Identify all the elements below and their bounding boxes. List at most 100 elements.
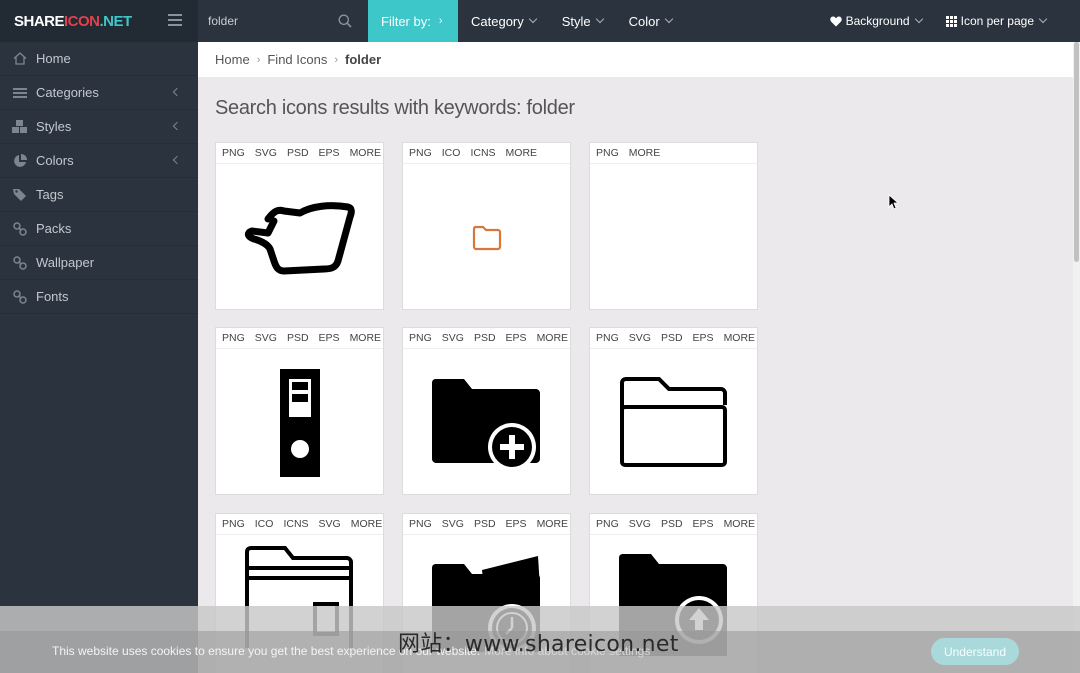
nav-category-label: Category: [471, 13, 524, 29]
chevron-down-icon: [1038, 14, 1048, 24]
format-link[interactable]: PNG: [222, 147, 245, 159]
format-link[interactable]: EPS: [693, 332, 714, 344]
format-link[interactable]: EPS: [319, 332, 340, 344]
binder-icon[interactable]: [216, 350, 383, 495]
format-link[interactable]: MORE: [351, 518, 383, 530]
format-link[interactable]: SVG: [442, 332, 464, 344]
format-link[interactable]: ICNS: [283, 518, 308, 530]
blank-icon[interactable]: [590, 165, 757, 310]
format-link[interactable]: SVG: [255, 147, 277, 159]
format-link[interactable]: EPS: [506, 332, 527, 344]
open-folder-icon[interactable]: [216, 165, 383, 310]
format-link[interactable]: PNG: [409, 332, 432, 344]
chevron-left-icon: [172, 87, 182, 97]
format-link[interactable]: MORE: [724, 332, 756, 344]
icon-per-page-dropdown[interactable]: Icon per page: [934, 14, 1080, 28]
sidebar-item-styles[interactable]: Styles: [0, 110, 198, 144]
nav-style[interactable]: Style: [549, 0, 616, 42]
icon-card[interactable]: PNG SVG PSD EPS MORE: [215, 327, 384, 495]
format-link[interactable]: PNG: [409, 518, 432, 530]
format-link[interactable]: EPS: [319, 147, 340, 159]
sidebar-item-label: Packs: [36, 221, 72, 236]
icon-card[interactable]: PNG ICO ICNS MORE: [402, 142, 571, 310]
icon-card[interactable]: PNG SVG PSD EPS MORE: [215, 142, 384, 310]
sidebar-item-label: Styles: [36, 119, 72, 134]
search-input[interactable]: [208, 14, 328, 28]
pie-chart-icon: [12, 153, 28, 169]
format-link[interactable]: ICNS: [470, 147, 495, 159]
chevron-down-icon: [664, 14, 673, 24]
nav-color[interactable]: Color: [616, 0, 685, 42]
small-folder-icon[interactable]: [403, 165, 570, 310]
scrollbar[interactable]: [1073, 42, 1080, 673]
format-link[interactable]: MORE: [629, 147, 661, 159]
top-bar: SHAREICON.NET Filter by: › Category Styl…: [0, 0, 1080, 42]
sidebar-item-tags[interactable]: Tags: [0, 178, 198, 212]
format-link[interactable]: EPS: [506, 518, 527, 530]
understand-button[interactable]: Understand: [931, 638, 1019, 665]
nav-category[interactable]: Category: [458, 0, 549, 42]
sidebar-item-colors[interactable]: Colors: [0, 144, 198, 178]
format-links: PNG ICO ICNS SVG MORE: [216, 514, 383, 535]
sidebar-item-fonts[interactable]: Fonts: [0, 280, 198, 314]
breadcrumb-home-link[interactable]: Home: [215, 52, 250, 67]
format-link[interactable]: EPS: [693, 518, 714, 530]
tags-icon: [12, 187, 28, 203]
format-link[interactable]: SVG: [319, 518, 341, 530]
format-link[interactable]: PSD: [474, 518, 496, 530]
format-link[interactable]: PSD: [661, 518, 683, 530]
icon-card[interactable]: PNG SVG PSD EPS MORE: [402, 327, 571, 495]
format-link[interactable]: ICO: [255, 518, 274, 530]
filter-by-button[interactable]: Filter by: ›: [368, 0, 458, 42]
breadcrumb-find-icons-link[interactable]: Find Icons: [267, 52, 327, 67]
breadcrumb-current: folder: [345, 52, 382, 67]
sidebar-item-packs[interactable]: Packs: [0, 212, 198, 246]
format-link[interactable]: PNG: [222, 332, 245, 344]
link-icon: [12, 221, 28, 237]
format-link[interactable]: SVG: [255, 332, 277, 344]
chevron-down-icon: [595, 14, 604, 24]
format-link[interactable]: PNG: [222, 518, 245, 530]
format-link[interactable]: MORE: [537, 518, 569, 530]
site-logo[interactable]: SHARE ICON .NET: [0, 0, 198, 42]
icon-card[interactable]: PNG MORE: [589, 142, 758, 310]
format-link[interactable]: PSD: [474, 332, 496, 344]
chevron-right-icon: ›: [334, 53, 339, 66]
format-link[interactable]: PSD: [287, 332, 309, 344]
format-link[interactable]: MORE: [350, 332, 382, 344]
format-link[interactable]: PNG: [409, 147, 432, 159]
format-link[interactable]: MORE: [537, 332, 569, 344]
sidebar-item-label: Wallpaper: [36, 255, 95, 270]
folder-outline-icon[interactable]: [590, 350, 757, 495]
search-icon[interactable]: [338, 14, 352, 28]
sidebar-item-wallpaper[interactable]: Wallpaper: [0, 246, 198, 280]
format-link[interactable]: PNG: [596, 147, 619, 159]
breadcrumb: Home › Find Icons › folder: [198, 42, 1073, 77]
chevron-down-icon: [914, 14, 923, 24]
format-links: PNG SVG PSD EPS MORE: [590, 514, 757, 535]
list-icon: [12, 85, 28, 101]
sidebar-item-label: Tags: [36, 187, 64, 202]
menu-toggle-icon[interactable]: [168, 14, 182, 26]
sidebar-item-categories[interactable]: Categories: [0, 76, 198, 110]
format-link[interactable]: SVG: [442, 518, 464, 530]
format-links: PNG ICO ICNS MORE: [403, 143, 570, 164]
sidebar-item-home[interactable]: Home: [0, 42, 198, 76]
format-link[interactable]: MORE: [350, 147, 382, 159]
format-link[interactable]: PNG: [596, 518, 619, 530]
format-link[interactable]: MORE: [506, 147, 538, 159]
scrollbar-thumb[interactable]: [1074, 42, 1079, 262]
format-link[interactable]: SVG: [629, 518, 651, 530]
format-link[interactable]: SVG: [629, 332, 651, 344]
mouse-cursor-icon: [888, 194, 898, 210]
background-dropdown[interactable]: Background: [818, 14, 934, 28]
watermark-text: 网站：www.shareicon.net: [398, 632, 679, 657]
format-link[interactable]: PNG: [596, 332, 619, 344]
format-link[interactable]: ICO: [442, 147, 461, 159]
icon-card[interactable]: PNG SVG PSD EPS MORE: [589, 327, 758, 495]
folder-add-icon[interactable]: [403, 350, 570, 495]
format-link[interactable]: MORE: [724, 518, 756, 530]
format-link[interactable]: PSD: [287, 147, 309, 159]
chevron-left-icon: [172, 155, 182, 165]
format-link[interactable]: PSD: [661, 332, 683, 344]
